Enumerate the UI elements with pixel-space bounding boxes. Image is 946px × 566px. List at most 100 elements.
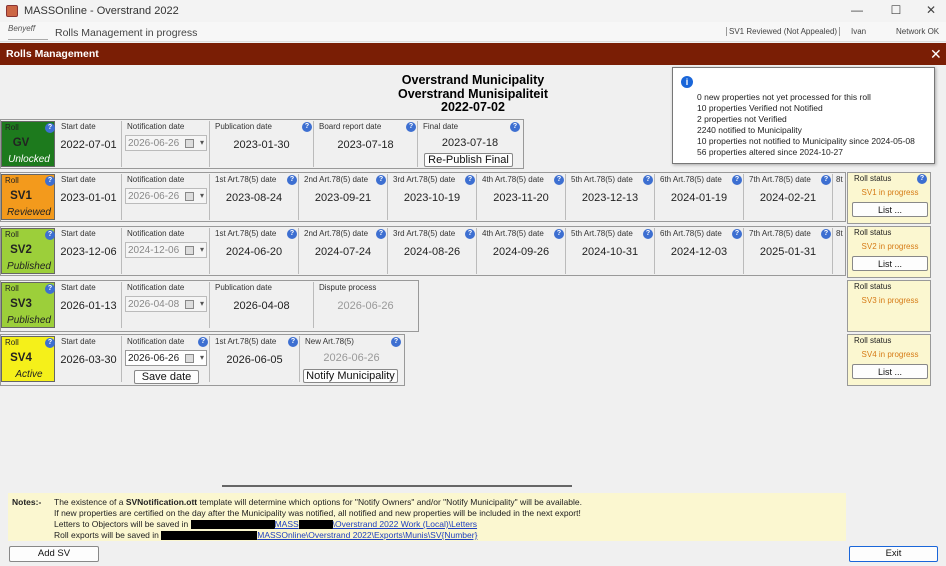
add-sv-button[interactable]: Add SV xyxy=(9,546,99,562)
sv1-list-button[interactable]: List ... xyxy=(852,202,928,217)
sv1-art6-date: 6th Art.78(5) date? 2024-01-19 xyxy=(655,174,744,220)
sv3-start-date: Start date 2026-01-13 xyxy=(56,282,122,328)
chevron-down-icon: ▾ xyxy=(199,299,204,308)
chevron-down-icon: ▾ xyxy=(199,138,204,147)
help-icon[interactable]: ? xyxy=(376,175,386,185)
sv1-art4-date: 4th Art.78(5) date? 2023-11-20 xyxy=(477,174,566,220)
gv-publication-date: Publication date ? 2023-01-30 xyxy=(210,121,314,167)
help-icon[interactable]: ? xyxy=(406,122,416,132)
sv1-art5-date: 5th Art.78(5) date? 2023-12-13 xyxy=(566,174,655,220)
window-titlebar: MASSOnline - Overstrand 2022 — ☐ ✕ xyxy=(0,0,946,22)
gv-start-date: Start date 2022-07-01 xyxy=(56,121,122,167)
exit-button[interactable]: Exit xyxy=(849,546,938,562)
help-icon[interactable]: ? xyxy=(302,122,312,132)
help-icon[interactable]: ? xyxy=(821,175,831,185)
calendar-icon xyxy=(185,192,194,201)
notification-date-picker[interactable]: 2026-06-26 ▾ xyxy=(125,135,207,151)
help-icon[interactable]: ? xyxy=(376,229,386,239)
sv3-notification-date: Notification date 2026-04-08 ▾ xyxy=(122,282,210,328)
sv3-roll-badge[interactable]: Roll ? SV3 Published xyxy=(1,282,55,328)
save-date-button[interactable]: Save date xyxy=(134,370,199,384)
sv4-start-date: Start date 2026-03-30 xyxy=(56,336,122,382)
help-icon[interactable]: ? xyxy=(732,175,742,185)
help-icon[interactable]: ? xyxy=(643,175,653,185)
info-icon: i xyxy=(681,76,693,88)
calendar-icon xyxy=(185,139,194,148)
dialog-title: Rolls Management xyxy=(6,48,99,60)
help-icon[interactable]: ? xyxy=(45,230,55,240)
gv-board-report-date: Board report date ? 2023-07-18 xyxy=(314,121,418,167)
dialog-close-button[interactable]: ✕ xyxy=(930,46,942,63)
help-icon[interactable]: ? xyxy=(198,337,208,347)
help-icon[interactable]: ? xyxy=(554,175,564,185)
help-icon[interactable]: ? xyxy=(465,229,475,239)
sv1-art3-date: 3rd Art.78(5) date? 2023-10-19 xyxy=(388,174,477,220)
exports-path-link[interactable]: MASSOnline\Overstrand 2022\Exports\Munis… xyxy=(257,530,477,540)
sv4-roll-badge[interactable]: Roll ? SV4 Active xyxy=(1,336,55,382)
chevron-down-icon: ▾ xyxy=(199,353,204,362)
notes-line-3: Letters to Objectors will be saved in MA… xyxy=(54,519,478,530)
sv2-notification-date: Notification date 2024-12-06 ▾ xyxy=(122,228,210,274)
sv1-start-date: Start date 2023-01-01 xyxy=(56,174,122,220)
notification-date-picker[interactable]: 2026-06-26 ▾ xyxy=(125,350,207,366)
notes-line-1: The existence of a SVNotification.ott te… xyxy=(54,497,582,507)
roll-state-text: SV1 Reviewed (Not Appealed) xyxy=(726,27,841,36)
help-icon[interactable]: ? xyxy=(287,175,297,185)
sv1-art1-date: 1st Art.78(5) date? 2023-08-24 xyxy=(210,174,299,220)
gv-roll-badge[interactable]: Roll ? GV Unlocked xyxy=(1,121,55,167)
help-icon[interactable]: ? xyxy=(510,122,520,132)
app-icon xyxy=(6,5,18,17)
help-icon[interactable]: ? xyxy=(287,229,297,239)
help-icon[interactable]: ? xyxy=(465,175,475,185)
sv4-roll-status: Roll status SV4 in progress List ... xyxy=(847,334,931,386)
help-icon[interactable]: ? xyxy=(554,229,564,239)
sv4-list-button[interactable]: List ... xyxy=(852,364,928,379)
roll-state: Unlocked xyxy=(8,154,50,165)
help-icon[interactable]: ? xyxy=(45,176,55,186)
help-icon[interactable]: ? xyxy=(45,123,55,133)
sv2-roll-status: Roll status SV2 in progress List ... xyxy=(847,226,931,278)
help-icon[interactable]: ? xyxy=(917,174,927,184)
help-icon[interactable]: ? xyxy=(288,337,298,347)
help-icon[interactable]: ? xyxy=(821,229,831,239)
sv2-list-button[interactable]: List ... xyxy=(852,256,928,271)
notes-line-4: Roll exports will be saved in MASSOnline… xyxy=(54,530,478,541)
sv2-roll-badge[interactable]: Roll ? SV2 Published xyxy=(1,228,55,274)
sv2-start-date: Start date 2023-12-06 xyxy=(56,228,122,274)
chevron-down-icon: ▾ xyxy=(199,245,204,254)
help-icon[interactable]: ? xyxy=(643,229,653,239)
sv2-art7-date: 7th Art.78(5) date? 2025-01-31 xyxy=(744,228,833,274)
sv1-art2-date: 2nd Art.78(5) date? 2023-09-21 xyxy=(299,174,388,220)
maximize-button[interactable]: ☐ xyxy=(881,3,911,19)
roll-label: Roll xyxy=(5,123,19,132)
sv1-art7-date: 7th Art.78(5) date? 2024-02-21 xyxy=(744,174,833,220)
help-icon[interactable]: ? xyxy=(732,229,742,239)
sv2-art2-date: 2nd Art.78(5) date? 2024-07-24 xyxy=(299,228,388,274)
sv3-roll-status: Roll status SV3 in progress xyxy=(847,280,931,332)
notification-date-picker[interactable]: 2026-06-26 ▾ xyxy=(125,188,207,204)
help-icon[interactable]: ? xyxy=(45,284,55,294)
notification-date-picker[interactable]: 2026-04-08 ▾ xyxy=(125,296,207,312)
sv2-art8-date: 8t xyxy=(836,229,843,238)
notification-date-picker[interactable]: 2024-12-06 ▾ xyxy=(125,242,207,258)
calendar-icon xyxy=(185,246,194,255)
letters-path-link[interactable]: \Overstrand 2022 Work (Local)\Letters xyxy=(333,519,477,529)
status-bar: Benyeff Rolls Management in progress SV1… xyxy=(0,22,946,42)
company-logo: Benyeff xyxy=(8,24,48,40)
sv1-roll-badge[interactable]: Roll ? SV1 Reviewed xyxy=(1,174,55,220)
sv4-art1-date: 1st Art.78(5) date ? 2026-06-05 xyxy=(210,336,300,382)
sv3-publication-date: Publication date 2026-04-08 xyxy=(210,282,314,328)
gv-notification-date: Notification date 2026-06-26 ▾ xyxy=(122,121,210,167)
roll-name: GV xyxy=(12,137,30,149)
sv1-art8-date: 8t xyxy=(836,175,843,184)
help-icon[interactable]: ? xyxy=(45,338,55,348)
sv2-art4-date: 4th Art.78(5) date? 2024-09-26 xyxy=(477,228,566,274)
help-icon[interactable]: ? xyxy=(391,337,401,347)
window-close-button[interactable]: ✕ xyxy=(916,3,946,19)
minimize-button[interactable]: — xyxy=(842,3,872,19)
notify-municipality-button[interactable]: Notify Municipality xyxy=(303,369,398,383)
horizontal-scrollbar[interactable] xyxy=(222,485,572,487)
chevron-down-icon: ▾ xyxy=(199,191,204,200)
republish-final-button[interactable]: Re-Publish Final xyxy=(424,153,513,167)
user-name: Ivan xyxy=(851,27,867,36)
